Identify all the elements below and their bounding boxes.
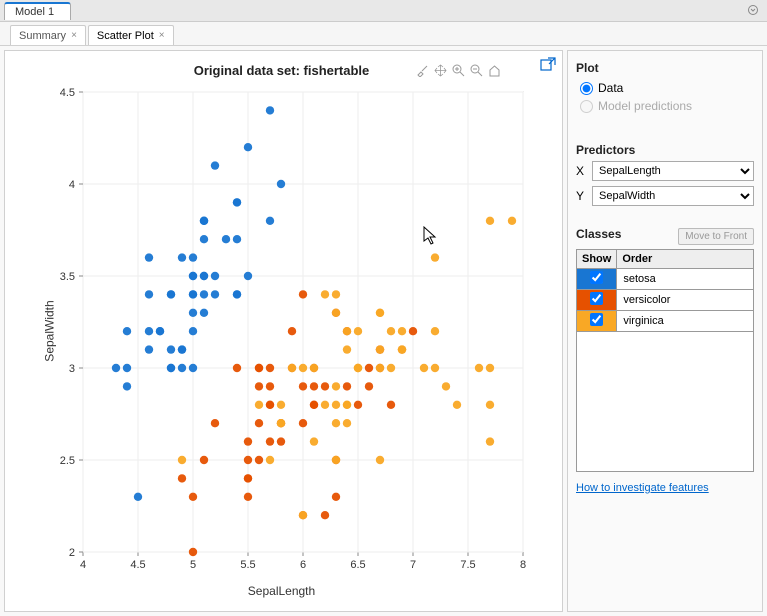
y-predictor-select[interactable]: SepalWidth (592, 186, 754, 206)
class-checkbox[interactable] (590, 271, 603, 284)
svg-text:8: 8 (520, 559, 526, 571)
classes-whitespace (576, 332, 754, 472)
model-tab-bar: Model 1 (0, 0, 767, 22)
side-panel: Plot Data Model predictions Predictors X… (567, 50, 763, 612)
svg-text:7.5: 7.5 (460, 559, 475, 571)
sub-tab-bar: Summary × Scatter Plot × (0, 22, 767, 46)
scatter-chart[interactable]: 4 4.5 5 5.5 6 6.5 7 7.5 8 2 2.5 3 3.5 4 4.5 (53, 86, 533, 576)
class-checkbox[interactable] (590, 313, 603, 326)
plot-panel: Original data set: fishertable SepalWidt… (4, 50, 563, 612)
radio-predictions-input (580, 100, 593, 113)
class-row[interactable]: versicolor (577, 290, 754, 311)
svg-text:6: 6 (300, 559, 306, 571)
svg-text:4: 4 (80, 559, 86, 571)
app-window: Model 1 Summary × Scatter Plot × Origina… (0, 0, 767, 616)
y-label: Y (576, 189, 586, 203)
class-checkbox[interactable] (590, 292, 603, 305)
x-label: X (576, 164, 586, 178)
svg-text:7: 7 (410, 559, 416, 571)
svg-text:4: 4 (69, 179, 75, 191)
close-icon[interactable]: × (71, 30, 77, 41)
class-name: versicolor (617, 290, 754, 311)
svg-text:2: 2 (69, 547, 75, 559)
content-area: Original data set: fishertable SepalWidt… (0, 46, 767, 616)
footer-link-row: How to investigate features (576, 482, 754, 494)
svg-text:5: 5 (190, 559, 196, 571)
svg-text:3: 3 (69, 363, 75, 375)
pan-icon[interactable] (433, 63, 448, 78)
svg-text:6.5: 6.5 (350, 559, 365, 571)
dropdown-icon[interactable] (747, 4, 761, 18)
th-order: Order (617, 250, 754, 269)
th-show: Show (577, 250, 617, 269)
class-row[interactable]: virginica (577, 311, 754, 332)
tab-label: Summary (19, 30, 66, 42)
svg-text:4.5: 4.5 (130, 559, 145, 571)
radio-label: Model predictions (598, 99, 692, 113)
svg-text:3.5: 3.5 (60, 271, 75, 283)
brush-icon[interactable] (415, 63, 430, 78)
predictors-title: Predictors (576, 143, 754, 157)
class-name: virginica (617, 311, 754, 332)
export-icon[interactable] (540, 57, 556, 76)
classes-section: Classes Move to Front Show Order setosa … (576, 227, 754, 472)
class-row[interactable]: setosa (577, 269, 754, 290)
classes-table: Show Order setosa versicolor virginica (576, 249, 754, 332)
x-predictor-select[interactable]: SepalLength (592, 161, 754, 181)
svg-text:4.5: 4.5 (60, 87, 75, 99)
radio-data-input[interactable] (580, 82, 593, 95)
radio-model-predictions: Model predictions (580, 99, 754, 113)
tab-summary[interactable]: Summary × (10, 25, 86, 45)
model-tab[interactable]: Model 1 (4, 2, 71, 20)
chart-toolbar (415, 63, 502, 78)
radio-label: Data (598, 81, 623, 95)
move-to-front-button[interactable]: Move to Front (678, 228, 754, 245)
investigate-features-link[interactable]: How to investigate features (576, 482, 709, 494)
zoom-in-icon[interactable] (451, 63, 466, 78)
chart-area: 4 4.5 5 5.5 6 6.5 7 7.5 8 2 2.5 3 3.5 4 4.5 (53, 86, 544, 576)
tab-scatter-plot[interactable]: Scatter Plot × (88, 25, 174, 45)
zoom-out-icon[interactable] (469, 63, 484, 78)
home-icon[interactable] (487, 63, 502, 78)
x-axis-label: SepalLength (9, 584, 554, 598)
classes-title: Classes (576, 227, 621, 241)
svg-text:5.5: 5.5 (240, 559, 255, 571)
predictors-section: Predictors X SepalLength Y SepalWidth (576, 143, 754, 211)
svg-text:2.5: 2.5 (60, 455, 75, 467)
close-icon[interactable]: × (159, 30, 165, 41)
radio-data[interactable]: Data (580, 81, 754, 95)
plot-section-title: Plot (576, 61, 754, 75)
tab-label: Scatter Plot (97, 30, 154, 42)
class-name: setosa (617, 269, 754, 290)
